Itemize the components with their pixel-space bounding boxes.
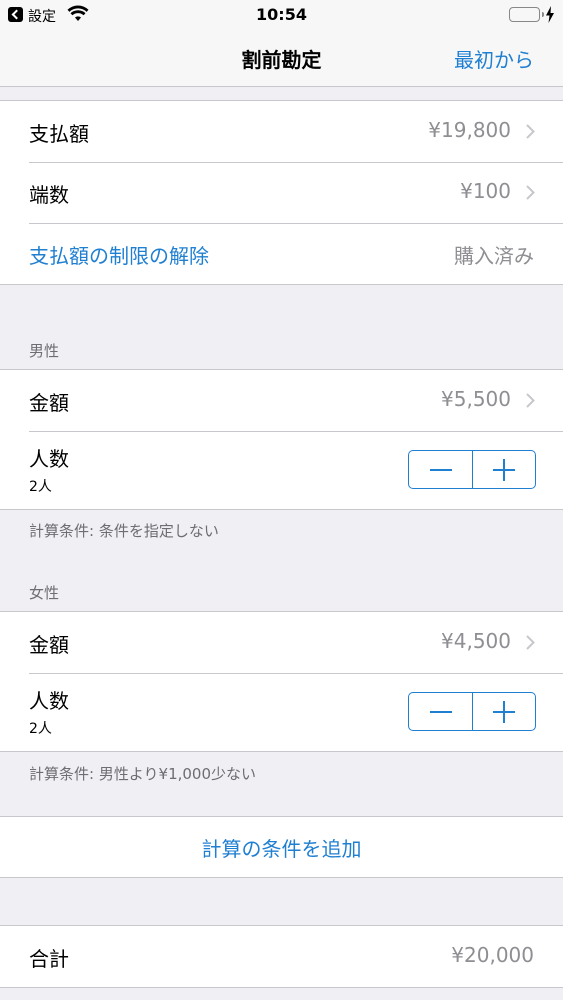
chevron-right-icon [526, 124, 535, 139]
payment-row[interactable]: 支払額 ¥19,800 [0, 101, 563, 162]
minus-icon [429, 468, 452, 471]
women-people-stepper[interactable] [408, 692, 536, 731]
navigation-bar: 割前勘定 最初から [0, 30, 563, 87]
minus-icon [429, 710, 452, 713]
restart-button[interactable]: 最初から [454, 44, 534, 73]
section-header-women: 女性 [29, 584, 60, 602]
decrement-button[interactable] [409, 693, 472, 730]
people-count: 2人 [29, 721, 52, 737]
add-condition-button[interactable]: 計算の条件を追加 [0, 833, 563, 862]
fraction-value: ¥100 [460, 179, 511, 203]
women-footer: 計算条件: 男性より¥1,000少ない [29, 765, 257, 783]
men-people-stepper[interactable] [408, 450, 536, 489]
chevron-right-icon [526, 635, 535, 650]
total-value: ¥20,000 [451, 943, 534, 967]
payment-value: ¥19,800 [428, 118, 511, 142]
women-people-row: 人数 2人 [0, 673, 563, 751]
unlock-row[interactable]: 支払額の制限の解除 購入済み [0, 223, 563, 284]
purchase-status: 購入済み [454, 244, 534, 268]
clock: 10:54 [256, 5, 307, 24]
chevron-right-icon [526, 393, 535, 408]
increment-button[interactable] [472, 451, 535, 488]
total-label: 合計 [29, 947, 69, 971]
plus-icon [493, 700, 515, 723]
battery-icon [509, 7, 544, 22]
men-section: 金額 ¥5,500 人数 2人 [0, 369, 563, 510]
payment-label: 支払額 [29, 122, 89, 146]
fraction-label: 端数 [29, 183, 69, 207]
men-footer: 計算条件: 条件を指定しない [29, 522, 219, 540]
plus-icon [493, 458, 515, 481]
add-condition-section: 計算の条件を追加 [0, 816, 563, 878]
women-section: 金額 ¥4,500 人数 2人 [0, 611, 563, 752]
summary-section: 支払額 ¥19,800 端数 ¥100 支払額の制限の解除 購入済み [0, 100, 563, 285]
status-bar: 設定 10:54 [0, 0, 563, 30]
amount-value: ¥5,500 [441, 387, 511, 411]
total-row: 合計 ¥20,000 [0, 926, 563, 987]
total-section: 合計 ¥20,000 [0, 925, 563, 988]
increment-button[interactable] [472, 693, 535, 730]
chevron-right-icon [526, 185, 535, 200]
people-label: 人数 [29, 447, 69, 471]
section-header-men: 男性 [29, 342, 60, 360]
fraction-row[interactable]: 端数 ¥100 [0, 162, 563, 223]
women-amount-row[interactable]: 金額 ¥4,500 [0, 612, 563, 673]
decrement-button[interactable] [409, 451, 472, 488]
amount-label: 金額 [29, 391, 69, 415]
amount-value: ¥4,500 [441, 629, 511, 653]
unlock-limit-link[interactable]: 支払額の制限の解除 [29, 240, 209, 269]
people-label: 人数 [29, 689, 69, 713]
men-people-row: 人数 2人 [0, 431, 563, 509]
amount-label: 金額 [29, 633, 69, 657]
men-amount-row[interactable]: 金額 ¥5,500 [0, 370, 563, 431]
add-condition-row[interactable]: 計算の条件を追加 [0, 817, 563, 877]
bolt-icon [546, 6, 554, 23]
people-count: 2人 [29, 479, 52, 495]
